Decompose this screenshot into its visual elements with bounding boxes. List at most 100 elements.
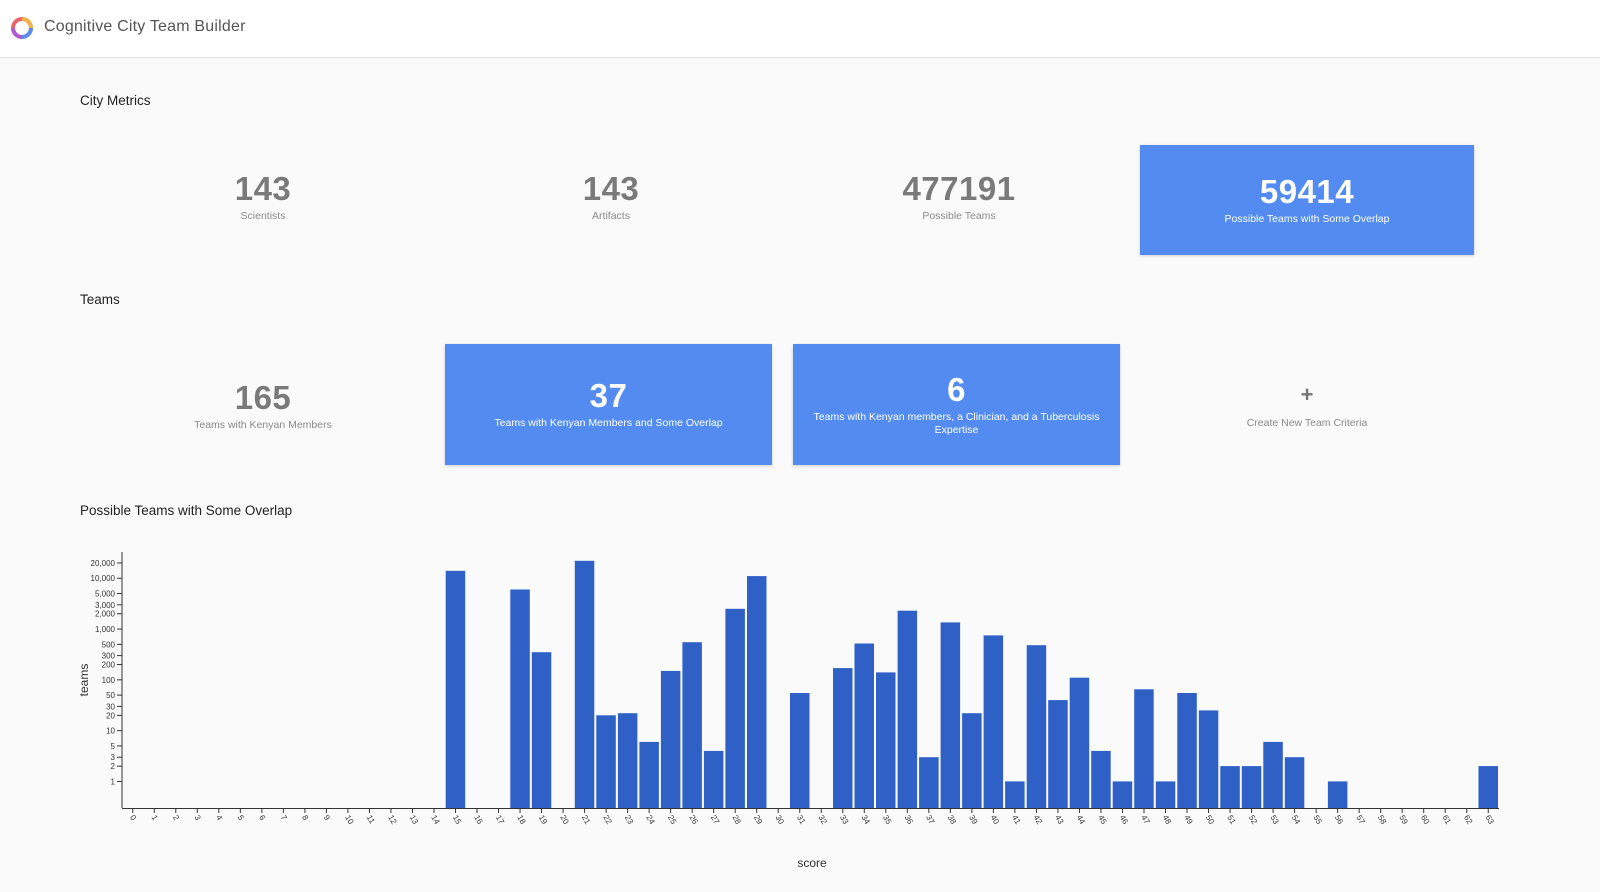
x-tick-label: 36 [903, 814, 916, 827]
bar-score-19[interactable] [531, 652, 552, 808]
x-tick-label: 33 [838, 814, 851, 827]
top-bar: Cognitive City Team Builder [0, 0, 1600, 58]
create-team-label: Create New Team Criteria [1246, 416, 1368, 429]
bar-score-48[interactable] [1155, 781, 1176, 808]
overlap-bar-chart: 1235102030501002003005001,0002,0003,0005… [77, 552, 1499, 870]
bar-score-37[interactable] [919, 757, 939, 808]
x-tick-label: 41 [1010, 814, 1023, 827]
bar-score-43[interactable] [1048, 700, 1068, 808]
bar-score-44[interactable] [1069, 677, 1090, 808]
bar-score-56[interactable] [1327, 781, 1348, 808]
bar-score-27[interactable] [703, 750, 724, 808]
y-tick-label: 30 [106, 702, 115, 711]
x-tick-label: 59 [1397, 814, 1410, 827]
bar-score-45[interactable] [1091, 750, 1111, 808]
bar-score-34[interactable] [854, 643, 875, 809]
bar-score-50[interactable] [1198, 710, 1219, 808]
team-card-kenyan-overlap[interactable]: 37 Teams with Kenyan Members and Some Ov… [445, 344, 772, 465]
bar-score-23[interactable] [617, 713, 638, 808]
bar-score-38[interactable] [940, 622, 961, 808]
x-tick-label: 47 [1139, 814, 1152, 827]
x-tick-label: 13 [408, 814, 421, 827]
bar-score-18[interactable] [510, 589, 530, 809]
bar-score-25[interactable] [660, 670, 681, 808]
y-axis-label: teams [77, 664, 91, 697]
x-tick-label: 16 [472, 814, 485, 827]
ring-logo-icon [11, 17, 33, 39]
y-tick-label: 5 [111, 742, 116, 751]
bar-score-54[interactable] [1284, 757, 1305, 808]
x-tick-label: 43 [1053, 814, 1066, 827]
metric-value: 477191 [902, 169, 1016, 207]
y-tick-label: 10 [106, 727, 115, 736]
x-tick-label: 28 [730, 814, 743, 827]
team-value: 165 [234, 378, 292, 416]
x-tick-label: 48 [1161, 814, 1174, 827]
bar-score-47[interactable] [1134, 689, 1154, 808]
teams-heading: Teams [80, 292, 120, 307]
bar-score-22[interactable] [596, 715, 616, 808]
city-metrics-heading: City Metrics [80, 93, 151, 108]
x-tick-label: 7 [279, 814, 289, 823]
x-tick-label: 49 [1182, 814, 1195, 827]
x-tick-label: 39 [967, 814, 980, 827]
bar-score-42[interactable] [1026, 645, 1047, 808]
bar-score-26[interactable] [682, 642, 702, 808]
bar-score-35[interactable] [876, 672, 896, 808]
bar-score-15[interactable] [445, 570, 466, 808]
x-tick-label: 0 [128, 814, 138, 823]
x-tick-label: 56 [1333, 814, 1346, 827]
bar-score-40[interactable] [983, 635, 1004, 808]
x-tick-label: 6 [257, 814, 267, 823]
bar-score-29[interactable] [747, 576, 767, 808]
bar-score-51[interactable] [1220, 766, 1240, 808]
y-tick-label: 3 [111, 753, 116, 762]
metric-card-overlap-teams[interactable]: 59414 Possible Teams with Some Overlap [1140, 145, 1474, 255]
metric-label: Scientists [240, 209, 286, 222]
x-tick-label: 30 [773, 814, 786, 827]
bar-score-33[interactable] [833, 668, 853, 808]
metric-card-scientists: 143 Scientists [96, 142, 430, 252]
x-tick-label: 35 [881, 814, 894, 827]
bar-score-49[interactable] [1177, 693, 1197, 808]
bar-score-63[interactable] [1478, 766, 1499, 808]
bar-score-24[interactable] [639, 741, 659, 808]
bar-score-28[interactable] [725, 608, 745, 808]
bar-score-36[interactable] [897, 610, 918, 808]
plus-icon: + [1300, 381, 1314, 407]
metric-card-artifacts: 143 Artifacts [444, 142, 778, 252]
bar-score-53[interactable] [1263, 741, 1283, 808]
x-tick-label: 18 [515, 814, 528, 827]
x-tick-label: 57 [1354, 814, 1367, 827]
team-card-kenyan[interactable]: 165 Teams with Kenyan Members [96, 346, 430, 466]
bar-score-39[interactable] [962, 713, 982, 808]
y-tick-label: 20,000 [91, 559, 116, 568]
x-tick-label: 5 [236, 814, 246, 823]
y-tick-label: 50 [106, 691, 115, 700]
team-label: Teams with Kenyan Members [194, 418, 332, 431]
y-tick-label: 200 [102, 661, 116, 670]
x-tick-label: 4 [214, 814, 224, 823]
metric-value: 59414 [1259, 172, 1355, 210]
create-team-criteria-button[interactable]: + Create New Team Criteria [1140, 346, 1474, 466]
x-tick-label: 20 [558, 814, 571, 827]
metric-label: Possible Teams [922, 209, 996, 222]
x-tick-label: 25 [666, 814, 679, 827]
bar-score-46[interactable] [1112, 781, 1133, 808]
bar-score-41[interactable] [1005, 781, 1025, 808]
x-tick-label: 29 [752, 814, 765, 827]
y-tick-label: 300 [102, 652, 116, 661]
bar-score-52[interactable] [1241, 766, 1262, 808]
x-tick-label: 23 [623, 814, 636, 827]
x-tick-label: 22 [601, 814, 614, 827]
app-title: Cognitive City Team Builder [44, 18, 246, 35]
x-tick-label: 9 [322, 814, 332, 823]
x-tick-label: 63 [1484, 814, 1497, 827]
y-tick-label: 20 [106, 711, 115, 720]
team-card-kenyan-clinician-tb[interactable]: 6 Teams with Kenyan members, a Clinician… [793, 344, 1120, 465]
x-tick-label: 52 [1247, 814, 1260, 827]
metric-label: Artifacts [592, 209, 630, 222]
bar-score-31[interactable] [790, 693, 810, 808]
y-tick-label: 500 [102, 640, 116, 649]
bar-score-21[interactable] [574, 560, 595, 808]
